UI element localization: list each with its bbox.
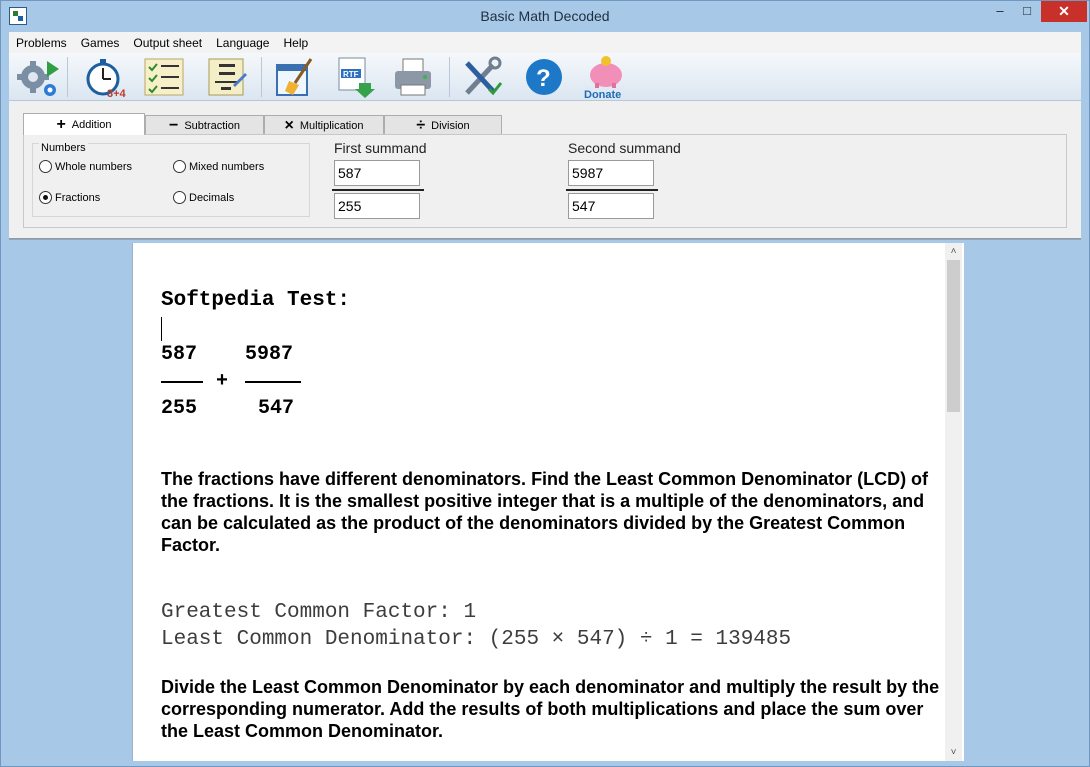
toolbar-separator bbox=[67, 57, 68, 97]
menu-problems[interactable]: Problems bbox=[9, 33, 74, 53]
document-title: Softpedia Test: bbox=[161, 289, 351, 312]
radio-mixed-numbers[interactable]: Mixed numbers bbox=[173, 160, 264, 173]
radio-label: Fractions bbox=[55, 191, 101, 204]
rtf-label: RTF bbox=[343, 70, 359, 79]
vertical-scrollbar[interactable]: ˄ ˅ bbox=[945, 243, 962, 761]
worksheet-icon[interactable] bbox=[141, 55, 187, 99]
fraction-bar bbox=[566, 189, 658, 191]
tab-multiplication[interactable]: × Multiplication bbox=[264, 115, 384, 135]
scroll-thumb[interactable] bbox=[947, 260, 960, 412]
second-denominator-input[interactable] bbox=[568, 193, 654, 219]
problem-settings-panel: + Addition − Subtraction × Multiplicatio… bbox=[9, 101, 1081, 239]
radio-circle bbox=[39, 160, 52, 173]
first-numerator-input[interactable] bbox=[334, 160, 420, 186]
scroll-down-icon[interactable]: ˅ bbox=[945, 744, 962, 761]
lcd-line: Least Common Denominator: (255 × 547) ÷ … bbox=[161, 628, 792, 651]
menu-output-sheet[interactable]: Output sheet bbox=[126, 33, 209, 53]
settings-icon[interactable] bbox=[15, 55, 61, 99]
rtf-export-icon[interactable]: RTF bbox=[331, 55, 377, 99]
second-numerator-input[interactable] bbox=[568, 160, 654, 186]
timer-icon[interactable]: 3+4 bbox=[83, 55, 129, 100]
plus-icon: + bbox=[56, 115, 66, 133]
radio-whole-numbers[interactable]: Whole numbers bbox=[39, 160, 132, 173]
problem-fraction-bar-1 bbox=[161, 381, 203, 383]
output-area: Softpedia Test: 587 255 + 5987 547 The f… bbox=[9, 239, 1081, 761]
close-button[interactable]: ✕ bbox=[1041, 1, 1087, 22]
problem-denominator-2: 547 bbox=[258, 397, 295, 420]
addition-tab-content: Numbers Whole numbers Mixed numbers Frac… bbox=[23, 134, 1067, 228]
tab-multiplication-label: Multiplication bbox=[299, 119, 364, 132]
menu-language[interactable]: Language bbox=[209, 33, 276, 53]
radio-label: Whole numbers bbox=[55, 160, 133, 173]
donate-button[interactable]: Donate bbox=[581, 55, 631, 101]
radio-decimals[interactable]: Decimals bbox=[173, 191, 234, 204]
tab-division[interactable]: ÷ Division bbox=[384, 115, 502, 135]
tab-addition[interactable]: + Addition bbox=[23, 113, 145, 135]
fraction-bar bbox=[332, 189, 424, 191]
radio-label: Decimals bbox=[189, 191, 235, 204]
minus-icon: − bbox=[169, 116, 179, 134]
minimize-button[interactable]: – bbox=[986, 1, 1014, 22]
title-bar: Basic Math Decoded – □ ✕ bbox=[1, 1, 1089, 32]
explanation-paragraph-2: Divide the Least Common Denominator by e… bbox=[161, 677, 940, 741]
tab-subtraction[interactable]: − Subtraction bbox=[145, 115, 264, 135]
radio-circle bbox=[173, 191, 186, 204]
problem-numerator-1: 587 bbox=[161, 343, 198, 366]
toolbar-separator bbox=[449, 57, 450, 97]
times-icon: × bbox=[284, 116, 294, 134]
tools-icon[interactable] bbox=[459, 55, 505, 99]
donate-icon: Donate bbox=[584, 56, 622, 101]
radio-circle-selected bbox=[39, 191, 52, 204]
app-window: Basic Math Decoded – □ ✕ Problems Games … bbox=[0, 0, 1090, 767]
problem-denominator-1: 255 bbox=[161, 397, 198, 420]
addition-sheet-icon[interactable] bbox=[203, 55, 249, 99]
window-title: Basic Math Decoded bbox=[480, 8, 610, 24]
problem-fraction-bar-2 bbox=[245, 381, 301, 383]
first-denominator-input[interactable] bbox=[334, 193, 420, 219]
menu-help[interactable]: Help bbox=[276, 33, 315, 53]
text-caret bbox=[161, 317, 162, 341]
toolbar: 3+4 RTF ? Donate bbox=[9, 53, 1081, 101]
scroll-up-icon[interactable]: ˄ bbox=[945, 243, 962, 260]
menu-bar: Problems Games Output sheet Language Hel… bbox=[9, 32, 1081, 53]
output-page[interactable]: Softpedia Test: 587 255 + 5987 547 The f… bbox=[132, 243, 964, 761]
radio-label: Mixed numbers bbox=[189, 160, 265, 173]
svg-text:?: ? bbox=[536, 65, 551, 92]
maximize-button[interactable]: □ bbox=[1013, 1, 1041, 22]
divide-icon: ÷ bbox=[416, 116, 426, 134]
explanation-paragraph-1: The fractions have different denominator… bbox=[161, 469, 929, 555]
tab-addition-label: Addition bbox=[71, 118, 112, 131]
problem-numerator-2: 5987 bbox=[245, 343, 294, 366]
help-icon[interactable]: ? bbox=[521, 55, 567, 99]
numbers-group-title: Numbers bbox=[39, 142, 88, 154]
gcf-line: Greatest Common Factor: 1 bbox=[161, 601, 477, 624]
numbers-group: Numbers Whole numbers Mixed numbers Frac… bbox=[32, 142, 310, 217]
print-icon[interactable] bbox=[391, 55, 437, 99]
first-summand-label: First summand bbox=[334, 140, 427, 156]
second-summand-label: Second summand bbox=[568, 140, 681, 156]
problem-operator: + bbox=[216, 370, 229, 393]
tab-division-label: Division bbox=[431, 119, 470, 132]
toolbar-separator bbox=[261, 57, 262, 97]
radio-fractions[interactable]: Fractions bbox=[39, 191, 100, 204]
timer-label: 3+4 bbox=[107, 88, 127, 99]
tab-subtraction-label: Subtraction bbox=[184, 119, 240, 132]
clear-icon[interactable] bbox=[271, 55, 317, 99]
menu-games[interactable]: Games bbox=[74, 33, 127, 53]
donate-label: Donate bbox=[584, 89, 621, 99]
radio-circle bbox=[173, 160, 186, 173]
